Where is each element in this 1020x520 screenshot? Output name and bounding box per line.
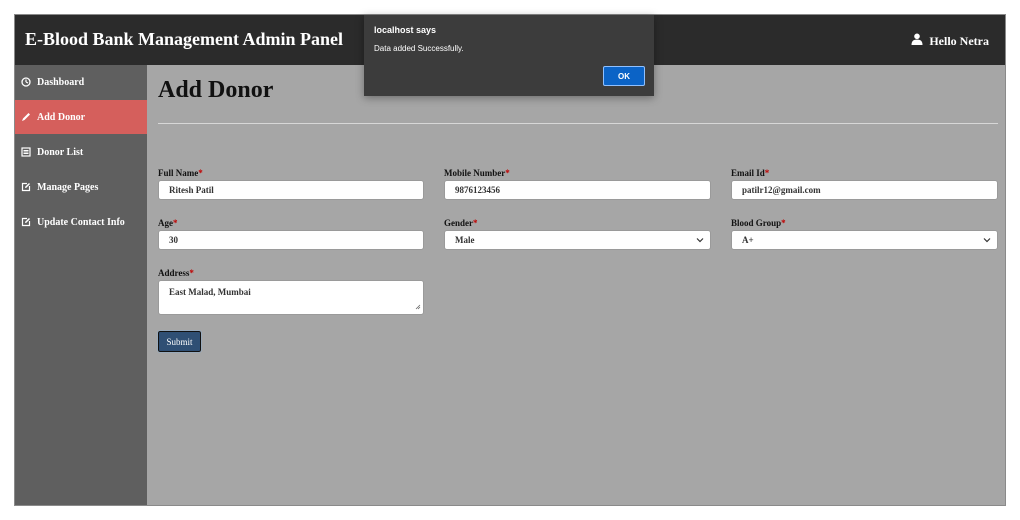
age-label: Age* bbox=[158, 218, 178, 228]
sidebar-item-label: Update Contact Info bbox=[37, 216, 125, 228]
blood-group-value: A+ bbox=[742, 235, 754, 245]
required-mark: * bbox=[173, 218, 178, 228]
email-value: patilr12@gmail.com bbox=[742, 185, 821, 195]
age-value: 30 bbox=[169, 235, 178, 245]
full-name-label: Full Name* bbox=[158, 168, 203, 178]
dashboard-icon bbox=[21, 77, 31, 87]
address-label-text: Address bbox=[158, 268, 190, 278]
address-value: East Malad, Mumbai bbox=[169, 287, 251, 297]
sidebar-item-update-contact-info[interactable]: Update Contact Info bbox=[15, 205, 147, 239]
mobile-number-input[interactable]: 9876123456 bbox=[444, 180, 711, 200]
resize-handle-icon[interactable] bbox=[415, 302, 421, 312]
dialog-message: Data added Successfully. bbox=[374, 44, 464, 53]
sidebar-item-label: Donor List bbox=[37, 146, 84, 158]
chevron-down-icon bbox=[696, 236, 704, 246]
user-greeting: Hello Netra bbox=[929, 33, 989, 48]
full-name-value: Ritesh Patil bbox=[169, 185, 214, 195]
sidebar-item-label: Add Donor bbox=[37, 111, 86, 123]
sidebar: Dashboard Add Donor Donor List Manage Pa… bbox=[15, 65, 147, 505]
gender-value: Male bbox=[455, 235, 475, 245]
main-content: Add Donor Full Name* Ritesh Patil Mobile… bbox=[147, 65, 1005, 505]
sidebar-item-manage-pages[interactable]: Manage Pages bbox=[15, 170, 147, 204]
gender-select[interactable]: Male bbox=[444, 230, 711, 250]
chevron-down-icon bbox=[983, 236, 991, 246]
blood-group-label-text: Blood Group bbox=[731, 218, 782, 228]
list-icon bbox=[21, 147, 31, 157]
title-divider bbox=[158, 123, 998, 124]
blood-group-label: Blood Group* bbox=[731, 218, 786, 228]
required-mark: * bbox=[198, 168, 203, 178]
sidebar-item-label: Dashboard bbox=[37, 76, 85, 88]
sidebar-item-dashboard[interactable]: Dashboard bbox=[15, 65, 147, 99]
required-mark: * bbox=[764, 168, 770, 178]
mobile-number-label-text: Mobile Number bbox=[444, 168, 506, 178]
user-icon bbox=[911, 33, 923, 49]
dialog-title: localhost says bbox=[374, 25, 437, 35]
alert-dialog: localhost says Data added Successfully. … bbox=[364, 15, 654, 96]
required-mark: * bbox=[473, 218, 478, 228]
submit-button[interactable]: Submit bbox=[157, 330, 202, 353]
gender-label: Gender* bbox=[444, 218, 478, 228]
address-label: Address* bbox=[158, 268, 194, 278]
age-label-text: Age bbox=[158, 218, 173, 228]
page-title: Add Donor bbox=[158, 77, 274, 103]
sidebar-item-label: Manage Pages bbox=[37, 181, 99, 193]
ok-button[interactable]: OK bbox=[603, 66, 645, 86]
user-menu[interactable]: Hello Netra bbox=[911, 33, 989, 49]
required-mark: * bbox=[505, 168, 510, 178]
pencil-icon bbox=[21, 112, 31, 122]
app-title: E-Blood Bank Management Admin Panel bbox=[25, 29, 344, 49]
edit-icon bbox=[21, 217, 31, 227]
edit-icon bbox=[21, 182, 31, 192]
email-label-text: Email Id bbox=[731, 168, 765, 178]
full-name-input[interactable]: Ritesh Patil bbox=[158, 180, 424, 200]
required-mark: * bbox=[189, 268, 194, 278]
mobile-number-label: Mobile Number* bbox=[444, 168, 510, 178]
email-input[interactable]: patilr12@gmail.com bbox=[731, 180, 998, 200]
sidebar-item-donor-list[interactable]: Donor List bbox=[15, 135, 147, 169]
mobile-number-value: 9876123456 bbox=[455, 185, 500, 195]
gender-label-text: Gender bbox=[444, 218, 473, 228]
email-label: Email Id* bbox=[731, 168, 769, 178]
sidebar-item-add-donor[interactable]: Add Donor bbox=[15, 100, 147, 134]
required-mark: * bbox=[781, 218, 786, 228]
full-name-label-text: Full Name bbox=[158, 168, 199, 178]
blood-group-select[interactable]: A+ bbox=[731, 230, 998, 250]
address-textarea[interactable]: East Malad, Mumbai bbox=[158, 280, 424, 315]
age-input[interactable]: 30 bbox=[158, 230, 424, 250]
